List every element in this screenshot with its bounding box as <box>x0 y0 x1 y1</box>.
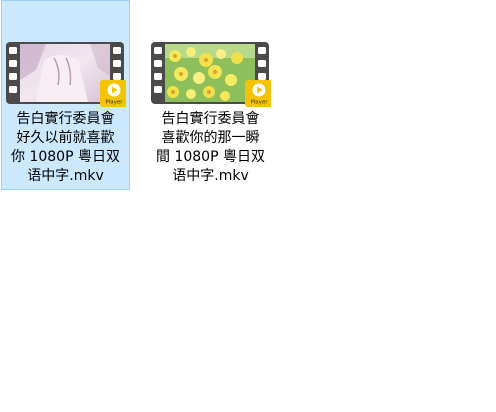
file-name[interactable]: 告白實行委員會 喜歡你的那一瞬 間 1080P 粵日双 语中字.mkv <box>147 110 274 186</box>
file-name-line: 告白實行委員會 <box>16 111 115 127</box>
file-name-line: 语中字.mkv <box>172 168 249 184</box>
file-name-line: 语中字.mkv <box>27 168 104 184</box>
video-file-icon: Player <box>6 42 126 107</box>
file-name-line: 間 1080P 粵日双 <box>156 149 265 165</box>
file-name-line: 喜歡你的那一瞬 <box>161 130 260 146</box>
file-pane: Player 告白實行委員會 好久以前就喜歡 你 1080P 粵日双 语中字.m… <box>0 0 496 412</box>
file-name[interactable]: 告白實行委員會 好久以前就喜歡 你 1080P 粵日双 语中字.mkv <box>2 110 129 186</box>
player-badge-label: Player <box>105 100 123 106</box>
file-name-line: 好久以前就喜歡 <box>16 130 115 146</box>
player-badge-label: Player <box>250 100 268 106</box>
file-item[interactable]: Player 告白實行委員會 好久以前就喜歡 你 1080P 粵日双 语中字.m… <box>1 0 130 190</box>
file-name-line: 告白實行委員會 <box>161 111 260 127</box>
video-thumbnail: Player <box>6 40 126 108</box>
video-file-icon: Player <box>151 42 271 107</box>
file-name-line: 你 1080P 粵日双 <box>11 149 120 165</box>
video-thumbnail: Player <box>151 40 271 108</box>
file-item[interactable]: Player 告白實行委員會 喜歡你的那一瞬 間 1080P 粵日双 语中字.m… <box>146 0 275 190</box>
